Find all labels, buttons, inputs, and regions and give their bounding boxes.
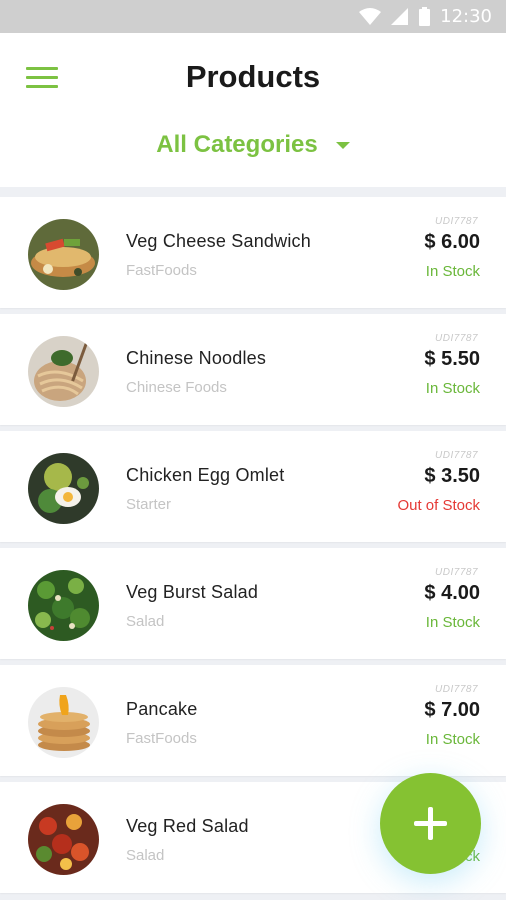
product-price: $ 6.00 (424, 231, 480, 253)
stock-status: In Stock (425, 380, 480, 397)
stock-status: Out of Stock (397, 497, 480, 514)
product-image (28, 453, 99, 524)
product-image (28, 336, 99, 407)
product-name: Veg Cheese Sandwich (126, 231, 311, 251)
product-name: Pancake (126, 699, 198, 719)
product-price: $ 3.50 (424, 465, 480, 487)
category-dropdown-label: All Categories (156, 131, 318, 158)
product-name: Veg Red Salad (126, 816, 249, 836)
page-title: Products (185, 59, 321, 94)
status-time: 12:30 (440, 6, 492, 27)
product-sku: UDI7787 (435, 333, 478, 344)
product-image (28, 219, 99, 290)
product-category: FastFoods (126, 730, 197, 747)
status-bar: 12:30 (0, 0, 506, 33)
category-dropdown[interactable]: All Categories (0, 131, 506, 159)
product-image (28, 687, 99, 758)
product-price: $ 4.00 (424, 582, 480, 604)
product-card[interactable]: Chinese Noodles Chinese Foods UDI7787 $ … (0, 314, 506, 425)
product-name: Chinese Noodles (126, 348, 267, 368)
product-card[interactable]: Veg Burst Salad Salad UDI7787 $ 4.00 In … (0, 548, 506, 659)
product-name: Veg Burst Salad (126, 582, 259, 602)
product-card[interactable]: Chicken Egg Omlet Starter UDI7787 $ 3.50… (0, 431, 506, 542)
product-category: FastFoods (126, 262, 197, 279)
cellular-signal-icon (391, 7, 409, 25)
battery-icon (419, 7, 431, 26)
plus-icon-stem (428, 807, 433, 840)
stock-status: In Stock (425, 614, 480, 631)
product-name: Chicken Egg Omlet (126, 465, 285, 485)
stock-status: In Stock (425, 263, 480, 280)
stock-status: In Stock (425, 731, 480, 748)
product-image (28, 804, 99, 875)
product-category: Chinese Foods (126, 379, 227, 396)
dropdown-arrow-icon (335, 142, 350, 150)
product-price: $ 5.50 (424, 348, 480, 370)
product-sku: UDI7787 (435, 216, 478, 227)
app-header: Products All Categories (0, 33, 506, 187)
product-category: Salad (126, 613, 165, 630)
product-sku: UDI7787 (435, 684, 478, 695)
add-product-button[interactable] (380, 773, 481, 874)
product-price: $ 7.00 (424, 699, 480, 721)
product-image (28, 570, 99, 641)
product-category: Salad (126, 847, 165, 864)
product-sku: UDI7787 (435, 567, 478, 578)
wifi-icon (359, 7, 382, 25)
product-sku: UDI7787 (435, 450, 478, 461)
product-card[interactable]: Veg Cheese Sandwich FastFoods UDI7787 $ … (0, 197, 506, 308)
product-category: Starter (126, 496, 172, 513)
product-card[interactable]: Pancake FastFoods UDI7787 $ 7.00 In Stoc… (0, 665, 506, 776)
